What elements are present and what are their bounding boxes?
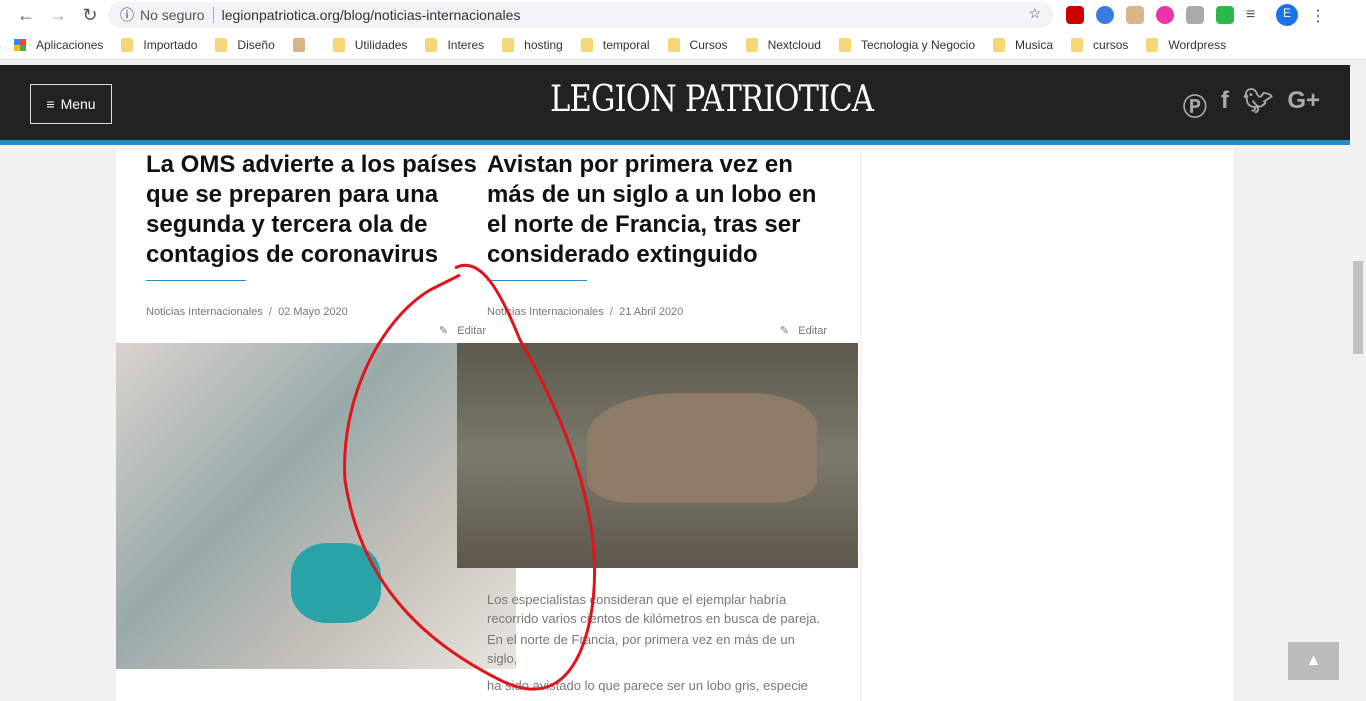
red-annotation: [343, 263, 597, 691]
back-to-top-button[interactable]: ▲: [1288, 642, 1339, 680]
scrollbar[interactable]: [1350, 65, 1366, 701]
scrollbar-thumb[interactable]: [1353, 261, 1363, 354]
